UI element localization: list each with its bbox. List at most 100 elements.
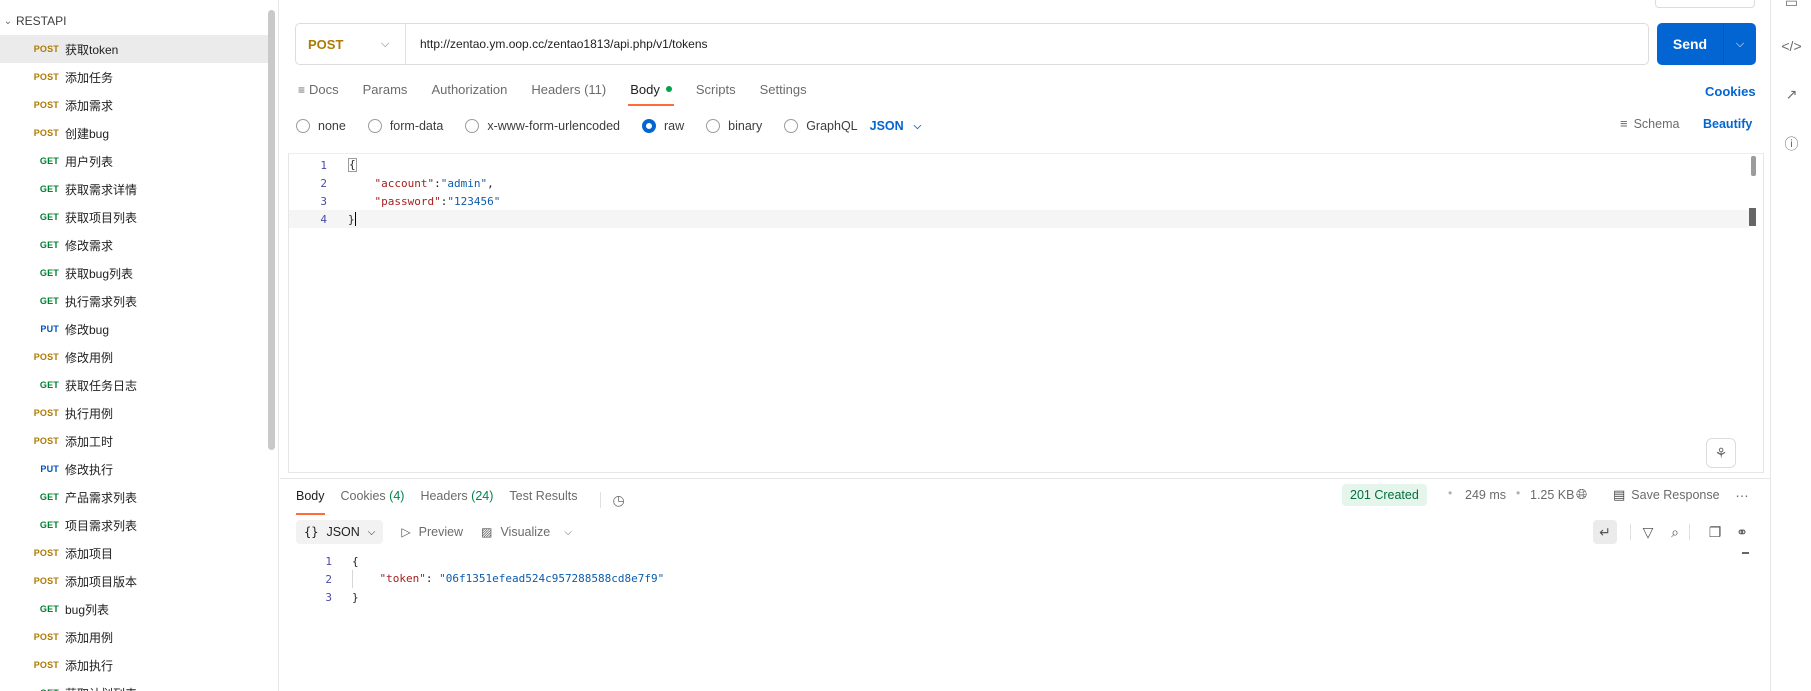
sidebar-item[interactable]: POST 添加工时 [0, 427, 268, 455]
radio-binary[interactable]: binary [706, 119, 762, 133]
raw-format-select[interactable]: JSON ⌵ [870, 119, 922, 133]
code-text: "password":"123456" [327, 195, 501, 208]
request-list: POST 获取token POST 添加任务 POST 添加需求 POST 创建bug GET 用… [0, 35, 268, 691]
radio-x-www-form-urlencoded[interactable]: x-www-form-urlencoded [465, 119, 620, 133]
sidebar-item[interactable]: GET 用户列表 [0, 147, 268, 175]
filter-icon[interactable]: ▽ [1636, 520, 1660, 544]
radio-raw[interactable]: raw [642, 119, 684, 133]
sidebar-item[interactable]: GET 修改需求 [0, 231, 268, 259]
radio-label: none [318, 119, 346, 133]
sidebar-item[interactable]: PUT 修改执行 [0, 455, 268, 483]
bracket: } [352, 590, 359, 604]
globe-icon[interactable]: 🌐︎ [1576, 486, 1587, 503]
editor-scrollbar[interactable] [1751, 156, 1756, 176]
radio-circle[interactable] [296, 119, 310, 133]
tab-scripts[interactable]: Scripts [694, 78, 738, 106]
chevron-down-icon[interactable]: ⌵ [1724, 38, 1756, 51]
sidebar-item[interactable]: POST 添加任务 [0, 63, 268, 91]
method-badge: PUT [40, 464, 59, 474]
sidebar-item[interactable]: GET 获取bug列表 [0, 259, 268, 287]
chevron-down-icon[interactable]: ⌵ [564, 527, 572, 538]
radio-form-data[interactable]: form-data [367, 119, 443, 133]
radio-none[interactable]: none [296, 119, 346, 133]
tab-docs[interactable]: ≡ Docs [296, 78, 341, 106]
radio-circle[interactable] [706, 119, 721, 133]
code-text: } [332, 591, 359, 604]
ai-assist-icon[interactable]: ⚘ [1706, 438, 1736, 468]
sidebar-scrollbar[interactable] [268, 10, 275, 450]
sidebar-item[interactable]: GET bug列表 [0, 595, 268, 623]
radio-circle[interactable] [784, 119, 799, 133]
sidebar-item[interactable]: POST 执行用例 [0, 399, 268, 427]
schema-button[interactable]: ≡ Schema [1620, 116, 1679, 131]
info-icon[interactable]: ⓘ [1771, 134, 1811, 154]
radio-graphql[interactable]: GraphQL [784, 119, 858, 133]
preview-button[interactable]: ▷ Preview [401, 525, 463, 539]
sidebar-item[interactable]: POST 获取token [0, 35, 268, 63]
url-input[interactable] [406, 24, 1648, 64]
sidebar-item[interactable]: POST 添加需求 [0, 91, 268, 119]
sidebar-item[interactable]: GET获取计划列表 [0, 679, 268, 691]
code-icon[interactable]: </> [1771, 38, 1811, 54]
history-icon[interactable]: ◷ [599, 492, 625, 508]
sidebar-item[interactable]: GET 获取任务日志 [0, 371, 268, 399]
response-tab-test-results[interactable]: Test Results [509, 487, 577, 513]
collection-header[interactable]: ⌄ RESTAPI [0, 11, 270, 31]
tab-body[interactable]: Body [628, 78, 674, 106]
sidebar-item[interactable]: GET 产品需求列表 [0, 483, 268, 511]
comment-icon[interactable]: ▭ [1771, 0, 1811, 11]
sidebar-item[interactable]: GET 执行需求列表 [0, 287, 268, 315]
tab-authorization[interactable]: Authorization [429, 78, 509, 106]
link-icon[interactable]: ⚭ [1730, 520, 1754, 544]
beautify-link[interactable]: Beautify [1703, 117, 1752, 131]
code-line: 3 "password":"123456" [289, 192, 1749, 210]
response-tab-cookies[interactable]: Cookies (4) [341, 487, 405, 513]
wrap-lines-icon[interactable]: ↵ [1593, 520, 1617, 544]
response-body[interactable]: 1{2 "token": "06f1351efead524c957288588c… [296, 552, 1736, 606]
sidebar-item[interactable]: GET 项目需求列表 [0, 511, 268, 539]
json-trail: , [487, 176, 494, 190]
copy-icon[interactable]: ❐ [1703, 520, 1727, 544]
sidebar-item[interactable]: POST 修改用例 [0, 343, 268, 371]
status-badge[interactable]: 201 Created [1342, 484, 1427, 506]
response-size[interactable]: 1.25 KB [1530, 488, 1574, 502]
chevron-down-icon[interactable]: ⌄ [0, 16, 16, 27]
method-select[interactable]: POST ⌵ [296, 24, 406, 64]
sidebar-item[interactable]: POST 添加项目版本 [0, 567, 268, 595]
response-format-select[interactable]: {} JSON ⌵ [296, 520, 384, 544]
tab-settings[interactable]: Settings [758, 78, 809, 106]
sidebar-item[interactable]: POST 添加用例 [0, 623, 268, 651]
json-colon: : [434, 176, 441, 190]
related-icon[interactable]: ↗ [1771, 86, 1811, 103]
cookies-link[interactable]: Cookies [1705, 84, 1756, 99]
sidebar-item-label: 执行需求列表 [65, 294, 138, 309]
tab-params[interactable]: Params [361, 78, 410, 106]
sidebar-item[interactable]: POST 添加项目 [0, 539, 268, 567]
sidebar-item[interactable]: GET 获取需求详情 [0, 175, 268, 203]
method-badge: GET [39, 156, 59, 166]
more-options-icon[interactable]: … [1735, 484, 1749, 500]
code-text: { [327, 158, 357, 172]
radio-circle[interactable] [367, 119, 382, 133]
raw-format-value: JSON [869, 119, 904, 133]
save-response-button[interactable]: ▤ Save Response [1613, 487, 1720, 503]
response-tab-headers[interactable]: Headers (24) [420, 487, 493, 513]
visualize-button[interactable]: ▨ Visualize [481, 525, 550, 539]
sidebar-item[interactable]: POST 创建bug [0, 119, 268, 147]
method-badge: POST [33, 436, 59, 446]
preview-label: Preview [418, 525, 464, 539]
tab-headers[interactable]: Headers (11) [529, 78, 608, 106]
response-time[interactable]: 249 ms [1465, 488, 1506, 502]
request-body-editor[interactable]: ⚘ 1{2 "account":"admin", 3 "password":"12… [288, 153, 1764, 473]
sidebar-item[interactable]: GET 获取项目列表 [0, 203, 268, 231]
body-type-row: none form-data x-www-form-urlencoded raw bin… [296, 116, 921, 136]
response-tab-body[interactable]: Body [296, 487, 325, 515]
line-number: 4 [320, 212, 327, 226]
radio-circle[interactable] [465, 119, 480, 133]
search-icon[interactable]: ⌕ [1663, 520, 1687, 544]
method-badge: GET [39, 184, 59, 194]
sidebar-item[interactable]: POST 添加执行 [0, 651, 268, 679]
radio-circle[interactable] [642, 119, 656, 133]
send-button[interactable]: Send ⌵ [1657, 23, 1756, 65]
sidebar-item[interactable]: PUT 修改bug [0, 315, 268, 343]
